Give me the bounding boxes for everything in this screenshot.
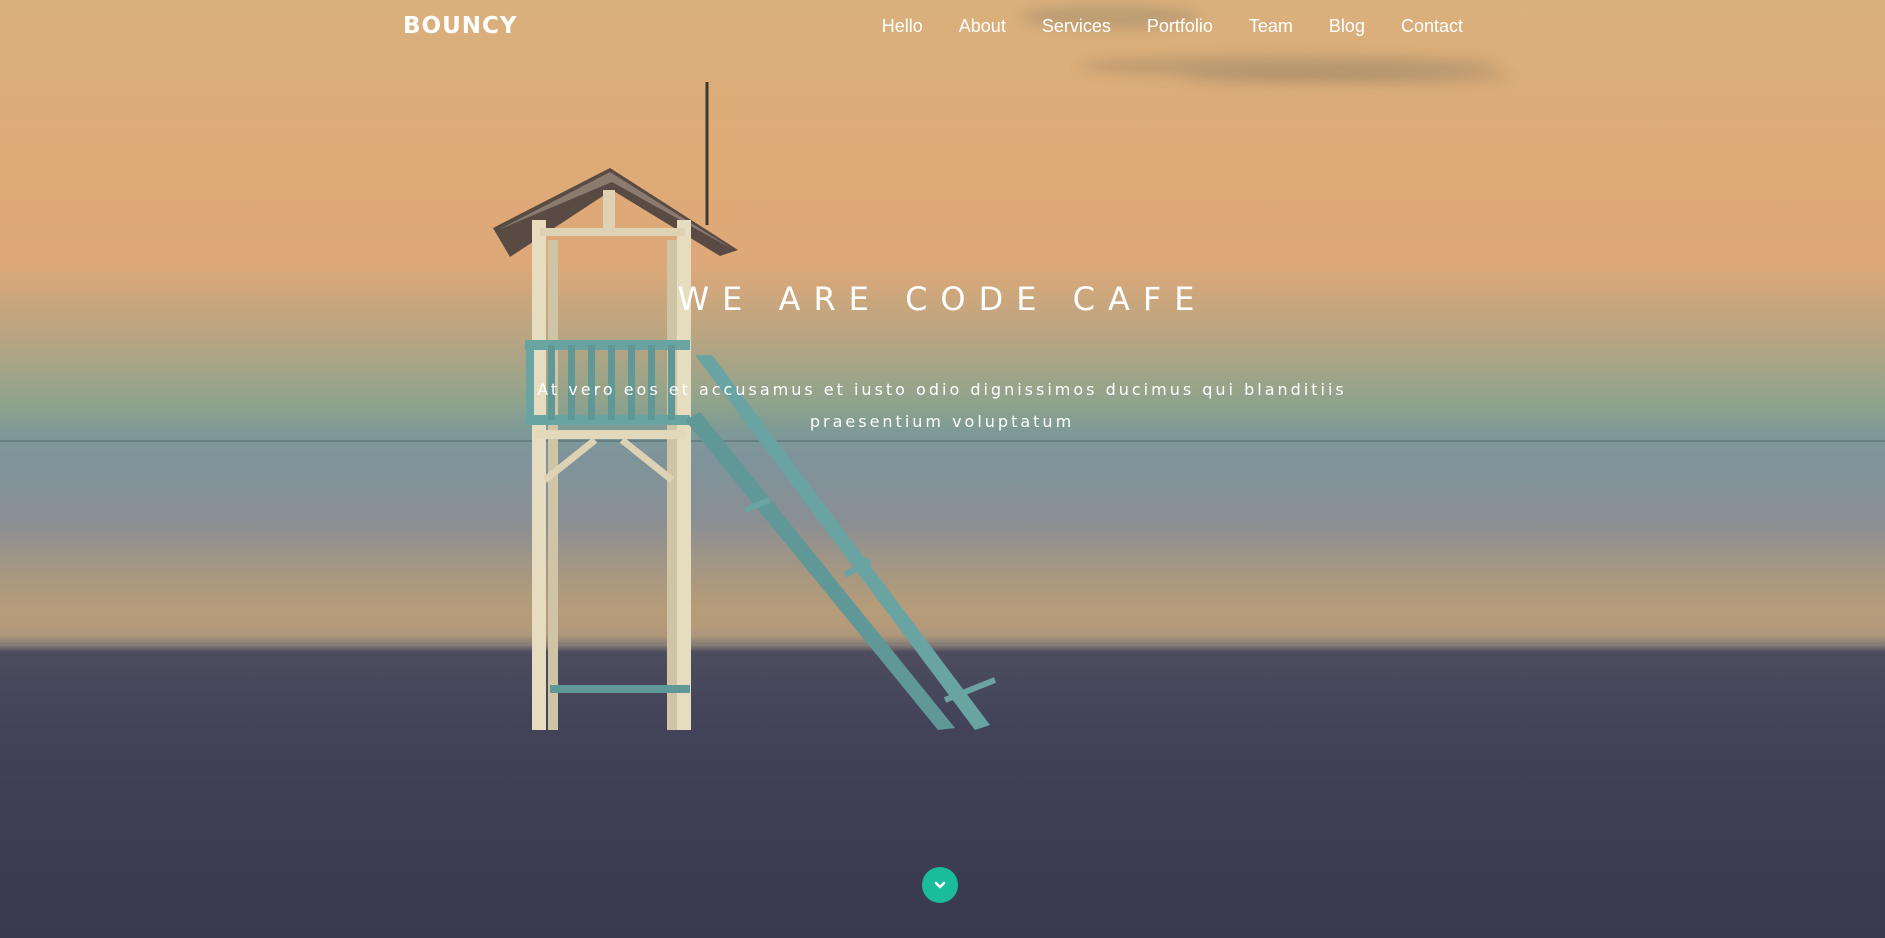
nav-item-team: Team (1249, 16, 1293, 37)
nav-item-contact: Contact (1401, 16, 1463, 37)
nav-link-about[interactable]: About (959, 16, 1006, 36)
scroll-down-button[interactable] (922, 867, 958, 903)
nav-link-team[interactable]: Team (1249, 16, 1293, 36)
nav-item-hello: Hello (882, 16, 923, 37)
hero-section: BOUNCY Hello About Services Portfolio Te… (0, 0, 1885, 938)
hero-subtext: At vero eos et accusamus et iusto odio d… (537, 380, 1347, 431)
nav-item-services: Services (1042, 16, 1111, 37)
nav-item-about: About (959, 16, 1006, 37)
nav-link-services[interactable]: Services (1042, 16, 1111, 36)
brand-logo[interactable]: BOUNCY (403, 13, 518, 39)
nav-link-blog[interactable]: Blog (1329, 16, 1365, 36)
nav-item-portfolio: Portfolio (1147, 16, 1213, 37)
nav-link-portfolio[interactable]: Portfolio (1147, 16, 1213, 36)
nav-link-contact[interactable]: Contact (1401, 16, 1463, 36)
chevron-down-icon (934, 881, 946, 889)
nav-link-hello[interactable]: Hello (882, 16, 923, 36)
lifeguard-tower-image (493, 82, 997, 730)
navbar: BOUNCY Hello About Services Portfolio Te… (0, 0, 1885, 56)
nav-menu: Hello About Services Portfolio Team Blog… (846, 16, 1463, 37)
hero-headline: WE ARE CODE CAFE (677, 280, 1208, 318)
nav-item-blog: Blog (1329, 16, 1365, 37)
